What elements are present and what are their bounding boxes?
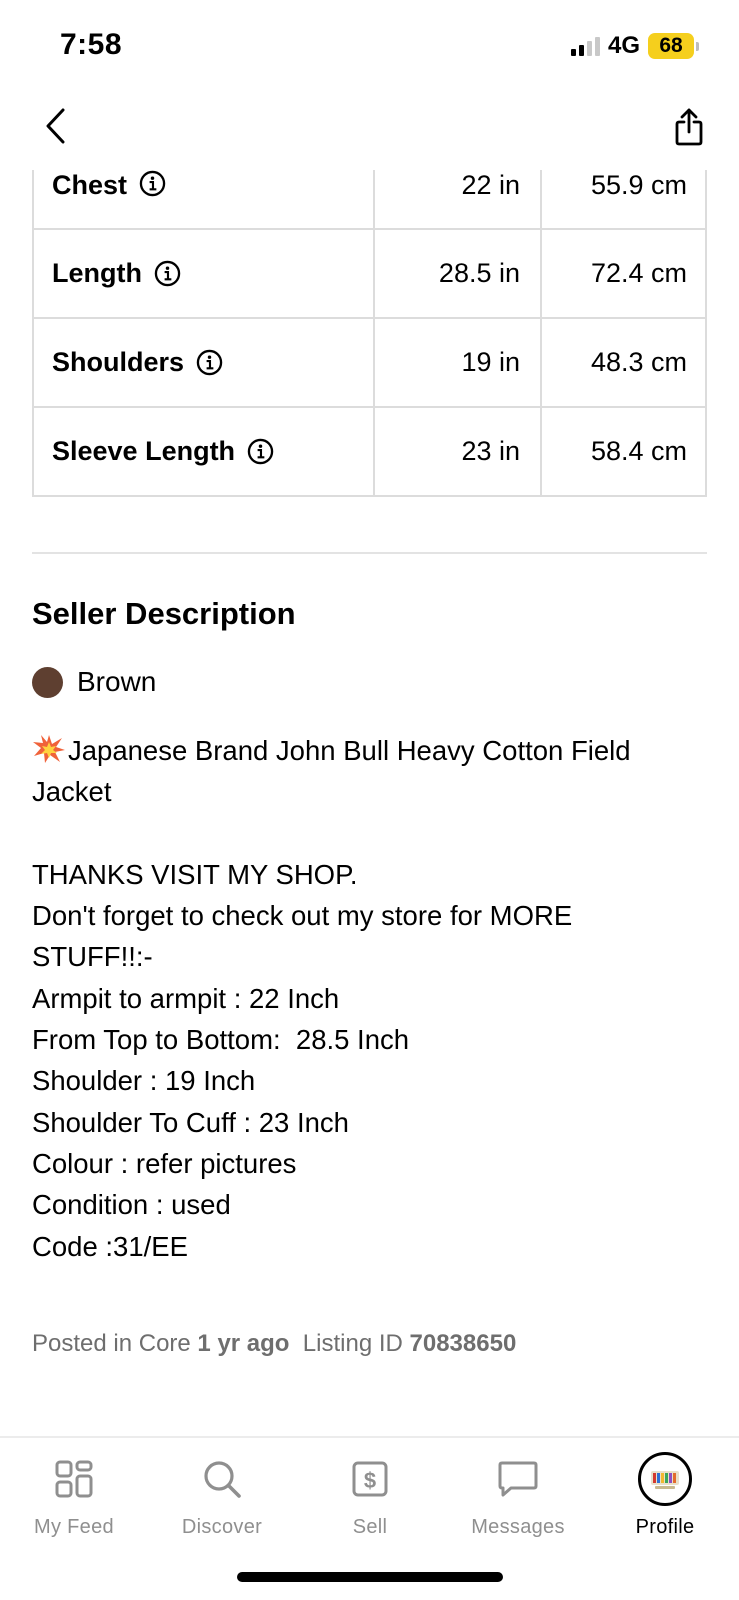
listing-meta: Posted in Core 1 yr ago Listing ID 70838…	[32, 1330, 516, 1358]
share-button[interactable]	[669, 104, 709, 150]
table-row: Sleeve Length 23 in 58.4 cm	[34, 406, 705, 495]
table-row: Chest 22 in 55.9 cm	[34, 170, 705, 228]
avatar	[638, 1452, 692, 1506]
color-row: Brown	[32, 666, 156, 698]
measurement-cm: 58.4 cm	[590, 436, 687, 466]
table-row: Length 28.5 in 72.4 cm	[34, 228, 705, 317]
status-time: 7:58	[60, 28, 123, 61]
color-name: Brown	[77, 666, 157, 697]
desc-line: Shoulder : 19 Inch	[32, 1065, 256, 1097]
measurement-inches: 23 in	[375, 408, 542, 495]
chat-bubble-icon	[498, 1461, 538, 1497]
measurements-table: Chest 22 in 55.9 cm Length 28.5 in 72.4 …	[32, 170, 707, 497]
table-row: Shoulders 19 in 48.3 cm	[34, 317, 705, 406]
measurement-label: Length	[52, 258, 142, 288]
avatar-icon	[651, 1471, 679, 1489]
measurement-cm: 72.4 cm	[590, 258, 687, 288]
tab-label: Messages	[471, 1516, 565, 1538]
measurement-inches: 19 in	[375, 319, 542, 406]
tab-discover[interactable]: Discover	[148, 1452, 296, 1539]
seller-description-text: Japanese Brand John Bull Heavy Cotton Fi…	[32, 730, 712, 1267]
desc-line: Jacket	[32, 776, 112, 808]
tab-label: Sell	[352, 1516, 388, 1538]
tab-label: Profile	[635, 1516, 695, 1538]
desc-line: Armpit to armpit : 22 Inch	[32, 982, 340, 1014]
desc-line: From Top to Bottom: 28.5 Inch	[32, 1024, 410, 1056]
color-swatch	[32, 666, 63, 698]
svg-text:$: $	[364, 1468, 376, 1493]
search-icon	[204, 1461, 241, 1498]
grid-icon	[55, 1460, 93, 1498]
tab-label: My Feed	[34, 1516, 114, 1538]
collision-emoji-icon	[33, 735, 65, 763]
info-icon[interactable]	[139, 170, 166, 197]
battery-level: 68	[648, 33, 694, 59]
measurement-label: Shoulders	[52, 347, 185, 377]
tab-sell[interactable]: $ Sell	[296, 1452, 444, 1539]
cellular-signal-icon	[570, 36, 600, 56]
measurement-cm: 48.3 cm	[590, 347, 687, 377]
chevron-left-icon	[46, 108, 65, 144]
desc-line: THANKS VISIT MY SHOP.	[32, 858, 358, 890]
listing-id: 70838650	[409, 1330, 517, 1357]
tab-profile[interactable]: Profile	[591, 1452, 739, 1539]
back-button[interactable]	[38, 106, 74, 146]
seller-description-title: Seller Description	[32, 596, 296, 631]
share-icon	[675, 108, 703, 146]
measurement-label: Sleeve Length	[52, 436, 236, 466]
listing-prefix: Listing ID	[289, 1330, 410, 1357]
info-icon[interactable]	[154, 260, 181, 287]
home-indicator[interactable]	[237, 1572, 503, 1582]
measurement-inches: 28.5 in	[375, 230, 542, 317]
measurement-inches: 22 in	[375, 170, 542, 228]
network-type: 4G	[607, 32, 640, 59]
desc-line	[32, 813, 712, 854]
desc-line: Don't forget to check out my store for M…	[32, 900, 573, 932]
desc-line: Shoulder To Cuff : 23 Inch	[32, 1106, 349, 1138]
desc-line: Colour : refer pictures	[32, 1147, 297, 1179]
section-divider	[32, 552, 707, 554]
tab-messages[interactable]: Messages	[444, 1452, 592, 1539]
tab-my-feed[interactable]: My Feed	[0, 1452, 148, 1539]
desc-line: Code :31/EE	[32, 1230, 188, 1262]
desc-line: Japanese Brand John Bull Heavy Cotton Fi…	[68, 735, 631, 766]
desc-line: Condition : used	[32, 1189, 231, 1221]
battery-icon: 68	[648, 33, 699, 59]
desc-line: STUFF!!:-	[32, 941, 153, 973]
tab-label: Discover	[181, 1516, 263, 1538]
nav-bar	[0, 96, 739, 166]
measurement-label: Chest	[52, 170, 128, 200]
measurement-cm: 55.9 cm	[590, 170, 687, 200]
status-indicators: 4G 68	[570, 32, 699, 60]
posted-prefix: Posted in Core	[32, 1330, 198, 1357]
posted-time: 1 yr ago	[197, 1330, 290, 1357]
status-bar: 7:58 4G 68	[0, 0, 739, 90]
info-icon[interactable]	[247, 438, 274, 465]
dollar-tag-icon: $	[352, 1461, 388, 1497]
info-icon[interactable]	[196, 349, 223, 376]
